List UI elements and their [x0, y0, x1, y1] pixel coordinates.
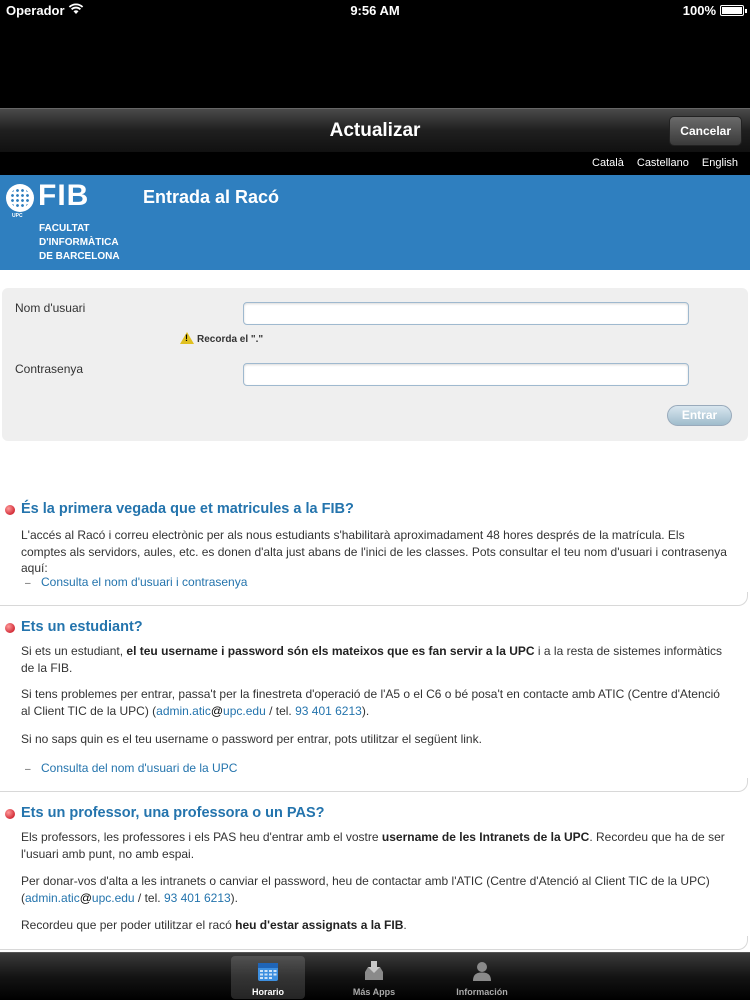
- hint-text: Recorda el ".": [197, 334, 264, 345]
- language-bar: Català Castellano English: [0, 152, 750, 175]
- username-hint: Recorda el ".": [180, 332, 263, 345]
- section-paragraph: Si tens problemes per entrar, passa't pe…: [21, 687, 720, 718]
- phone-link[interactable]: 93 401 6213: [295, 704, 362, 718]
- page-title: Entrada al Racó: [143, 187, 280, 207]
- warning-icon: [180, 332, 194, 344]
- username-input[interactable]: [243, 302, 689, 325]
- navigation-bar: Actualizar Cancelar: [0, 108, 750, 152]
- calendar-icon: [258, 963, 278, 981]
- section-title: Ets un estudiant?: [21, 619, 143, 635]
- password-input[interactable]: [243, 363, 689, 386]
- faculty-name-line: DE BARCELONA: [39, 251, 120, 262]
- faculty-name-line: FACULTAT: [39, 223, 90, 234]
- email-link[interactable]: admin.atic@upc.edu: [156, 704, 266, 718]
- phone-link[interactable]: 93 401 6213: [164, 891, 231, 905]
- clock: 9:56 AM: [350, 3, 400, 18]
- section-paragraph: Si no saps quin es el teu username o pas…: [21, 732, 482, 746]
- battery-icon: [720, 5, 747, 16]
- section-title: Ets un professor, una professora o un PA…: [21, 805, 325, 821]
- logo-upc-text: UPC: [12, 213, 23, 219]
- password-label: Contrasenya: [15, 362, 84, 376]
- bullet-icon: [5, 623, 15, 633]
- language-catala-link[interactable]: Català: [592, 157, 624, 169]
- tab-label: Información: [456, 987, 508, 997]
- consult-upc-username-link[interactable]: Consulta del nom d'usuari de la UPC: [25, 761, 237, 775]
- tab-label: Horario: [251, 987, 284, 997]
- fib-logo: FIB: [38, 179, 90, 212]
- tab-horario[interactable]: Horario: [231, 956, 305, 999]
- section-body: L'accés al Racó i correu electrònic per …: [21, 528, 727, 575]
- consult-username-password-link[interactable]: Consulta el nom d'usuari i contrasenya: [25, 575, 247, 589]
- status-bar: Operador 9:56 AM 100%: [0, 0, 750, 20]
- section-paragraph: Si ets un estudiant, el teu username i p…: [21, 644, 722, 675]
- bullet-icon: [5, 809, 15, 819]
- section-title: És la primera vegada que et matricules a…: [21, 501, 354, 517]
- battery-percent: 100%: [682, 3, 716, 18]
- section-paragraph: Els professors, les professores i els PA…: [21, 830, 725, 861]
- tab-mas-apps[interactable]: Más Apps: [337, 956, 411, 999]
- login-form: Nom d'usuari Recorda el "." Contrasenya …: [2, 288, 748, 441]
- username-label: Nom d'usuari: [15, 301, 86, 315]
- tab-label: Más Apps: [352, 987, 396, 997]
- cancel-button[interactable]: Cancelar: [669, 116, 742, 146]
- person-icon: [473, 962, 491, 981]
- bullet-icon: [5, 505, 15, 515]
- download-tray-icon: [365, 961, 383, 980]
- section-divider: [0, 592, 748, 606]
- nav-title: Actualizar: [329, 120, 421, 141]
- language-english-link[interactable]: English: [702, 157, 738, 169]
- language-castellano-link[interactable]: Castellano: [637, 157, 689, 169]
- section-paragraph: Per donar-vos d'alta a les intranets o c…: [21, 874, 710, 905]
- blank-area: [0, 20, 750, 108]
- section-divider: [0, 778, 748, 792]
- email-link[interactable]: admin.atic@upc.edu: [25, 891, 135, 905]
- tab-informacion[interactable]: Información: [445, 956, 519, 999]
- section-paragraph: Recordeu que per poder utilitzar el racó…: [21, 918, 407, 932]
- tab-bar: Horario Más Apps Información: [0, 952, 750, 1000]
- faculty-name: FACULTAT D'INFORMÀTICA DE BARCELONA: [39, 222, 120, 264]
- enter-button[interactable]: Entrar: [667, 405, 732, 426]
- faculty-name-line: D'INFORMÀTICA: [39, 237, 119, 248]
- section-divider: [0, 936, 748, 950]
- upc-logo-icon: [6, 184, 34, 212]
- page-header: UPC FIB FACULTAT D'INFORMÀTICA DE BARCEL…: [0, 175, 750, 270]
